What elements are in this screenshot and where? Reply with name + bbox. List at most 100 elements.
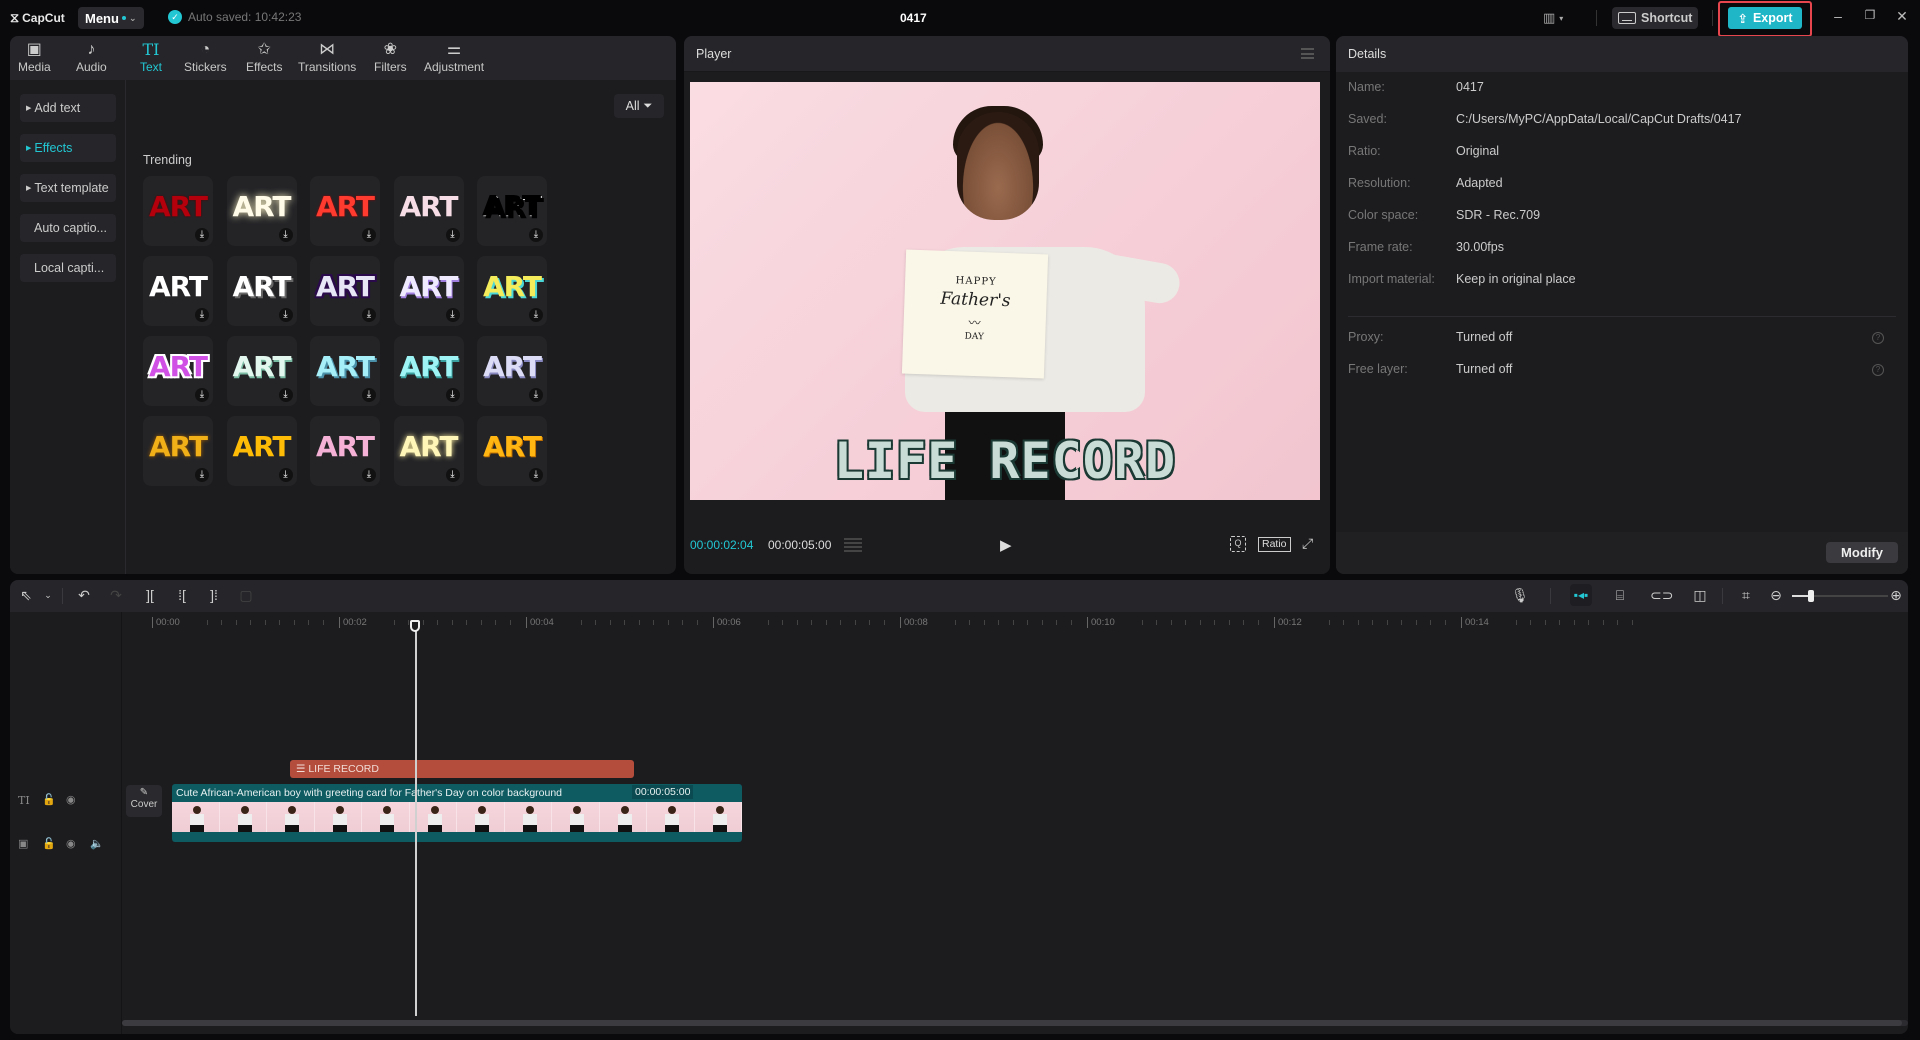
side-item-auto-captions[interactable]: Auto captio... [20, 214, 116, 242]
playhead-line[interactable] [415, 624, 417, 1016]
text-effect-preset[interactable]: ART ⤓ [143, 256, 213, 326]
preview-axis-icon[interactable]: ⌗ [1736, 587, 1756, 604]
scrollbar-thumb[interactable] [122, 1020, 1902, 1026]
text-effect-preset[interactable]: ART ⤓ [226, 176, 297, 246]
ratio-button[interactable]: Ratio [1258, 537, 1291, 552]
text-effect-preset[interactable]: ART ⤓ [477, 336, 547, 406]
download-icon[interactable]: ⤓ [195, 308, 209, 322]
download-icon[interactable]: ⤓ [445, 388, 460, 402]
chevron-down-icon[interactable]: ⌄ [38, 590, 58, 601]
text-effect-preset[interactable]: ART ⤓ [477, 256, 547, 326]
download-icon[interactable]: ⤓ [362, 468, 376, 482]
split-preview-icon[interactable]: ◫ [1690, 587, 1710, 604]
text-clip[interactable]: ☰ LIFE RECORD [290, 760, 634, 778]
text-effect-preset[interactable]: ART ⤓ [393, 256, 464, 326]
modify-button[interactable]: Modify [1826, 542, 1898, 563]
text-effect-preset[interactable]: ART ⤓ [477, 176, 547, 246]
side-item-local-captions[interactable]: Local capti... [20, 254, 116, 282]
text-effect-preset[interactable]: ART ⤓ [393, 176, 464, 246]
side-item-effects[interactable]: ▶ Effects [20, 134, 116, 162]
cover-button[interactable]: ✎ Cover [126, 785, 162, 817]
text-effect-preset[interactable]: ART ⤓ [143, 176, 213, 246]
download-icon[interactable]: ⤓ [529, 308, 543, 322]
download-icon[interactable]: ⤓ [278, 388, 293, 402]
download-icon[interactable]: ⤓ [195, 468, 209, 482]
text-effect-preset[interactable]: ART ⤓ [143, 336, 213, 406]
text-effect-preset[interactable]: ART ⤓ [310, 336, 380, 406]
download-icon[interactable]: ⤓ [278, 468, 293, 482]
help-icon[interactable]: ? [1872, 332, 1884, 344]
menu-button[interactable]: Menu ⌄ [78, 7, 144, 29]
download-icon[interactable]: ⤓ [195, 228, 209, 242]
download-icon[interactable]: ⤓ [195, 388, 209, 402]
layout-button[interactable]: ▥ ▾ [1543, 10, 1563, 26]
minimize-button[interactable]: – [1828, 8, 1848, 24]
grid-icon[interactable] [844, 538, 862, 552]
tab-transitions[interactable]: ⋈ Transitions [298, 40, 356, 74]
filter-dropdown[interactable]: All ⏷ [614, 94, 664, 118]
export-button[interactable]: ⇪ Export [1728, 7, 1802, 29]
download-icon[interactable]: ⤓ [529, 468, 543, 482]
lock-icon[interactable]: 🔓 [42, 837, 56, 850]
lock-icon[interactable]: 🔓 [42, 793, 56, 806]
help-icon[interactable]: ? [1872, 364, 1884, 376]
zoom-in-icon[interactable]: ⊕ [1886, 587, 1906, 604]
download-icon[interactable]: ⤓ [529, 228, 543, 242]
zoom-fit-icon[interactable]: Q [1230, 536, 1246, 552]
tab-filters[interactable]: ❀ Filters [374, 40, 407, 74]
tab-audio[interactable]: ♪ Audio [76, 40, 107, 74]
tab-text[interactable]: TI Text [140, 40, 162, 74]
menu-icon[interactable] [1301, 48, 1314, 59]
text-effect-preset[interactable]: ART ⤓ [226, 416, 297, 486]
timeline-zoom-slider[interactable] [1792, 590, 1888, 602]
eye-icon[interactable]: ◉ [66, 837, 76, 850]
text-effect-preset[interactable]: ART ⤓ [310, 176, 380, 246]
download-icon[interactable]: ⤓ [278, 308, 293, 322]
close-button[interactable]: ✕ [1892, 8, 1912, 25]
text-overlay[interactable]: LIFE RECORD [690, 432, 1320, 490]
select-tool-icon[interactable]: ⇖ [16, 587, 36, 604]
video-preview[interactable]: HAPPY Father's 〰 DAY LIFE RECORD [690, 82, 1320, 500]
download-icon[interactable]: ⤓ [362, 308, 376, 322]
download-icon[interactable]: ⤓ [362, 388, 376, 402]
text-effect-preset[interactable]: ART ⤓ [393, 416, 464, 486]
play-button[interactable]: ▶ [1000, 536, 1012, 554]
tab-media[interactable]: ▣ Media [18, 40, 51, 74]
video-clip[interactable]: Cute African-American boy with greeting … [172, 784, 742, 842]
zoom-slider-thumb[interactable] [1808, 590, 1815, 602]
download-icon[interactable]: ⤓ [445, 308, 460, 322]
delete-right-icon[interactable]: ]⁞ [204, 587, 224, 603]
tab-effects[interactable]: ✩ Effects [246, 40, 282, 74]
text-effect-preset[interactable]: ART ⤓ [310, 416, 380, 486]
tab-adjustment[interactable]: ⚌ Adjustment [424, 40, 484, 74]
delete-left-icon[interactable]: ⁞[ [172, 587, 192, 603]
timeline-ruler[interactable]: 00:00 00:02 00:04 00:06 00:08 00:10 00:12 00:14 [122, 612, 1908, 632]
side-item-text-template[interactable]: ▶ Text template [20, 174, 116, 202]
download-icon[interactable]: ⤓ [445, 468, 460, 482]
magnet-snap-icon[interactable]: ▪◂▪ [1570, 584, 1592, 606]
link-icon[interactable]: ⊂⊃ [1650, 587, 1673, 604]
text-effect-preset[interactable]: ART ⤓ [477, 416, 547, 486]
maximize-button[interactable]: ❐ [1860, 8, 1880, 22]
text-effect-preset[interactable]: ART ⤓ [143, 416, 213, 486]
text-effect-preset[interactable]: ART ⤓ [226, 256, 297, 326]
side-item-add-text[interactable]: ▶ Add text [20, 94, 116, 122]
shortcut-button[interactable]: Shortcut [1612, 7, 1698, 29]
text-effect-preset[interactable]: ART ⤓ [393, 336, 464, 406]
redo-icon[interactable]: ↷ [106, 587, 126, 604]
download-icon[interactable]: ⤓ [445, 228, 460, 242]
split-icon[interactable]: ][ [140, 587, 160, 603]
auto-snap-icon[interactable]: ⌸ [1610, 587, 1630, 604]
eye-icon[interactable]: ◉ [66, 793, 76, 806]
download-icon[interactable]: ⤓ [362, 228, 376, 242]
text-effect-preset[interactable]: ART ⤓ [310, 256, 380, 326]
undo-icon[interactable]: ↶ [74, 587, 94, 604]
fullscreen-icon[interactable]: ⤢ [1302, 535, 1313, 552]
delete-icon[interactable]: ▢ [236, 587, 256, 604]
microphone-icon[interactable]: 🎙 [1510, 587, 1530, 604]
tab-stickers[interactable]: ◔ Stickers [184, 40, 227, 74]
timeline-horizontal-scrollbar[interactable] [122, 1020, 1908, 1026]
download-icon[interactable]: ⤓ [278, 228, 293, 242]
volume-icon[interactable]: 🔈 [90, 837, 104, 850]
zoom-out-icon[interactable]: ⊖ [1766, 587, 1786, 604]
